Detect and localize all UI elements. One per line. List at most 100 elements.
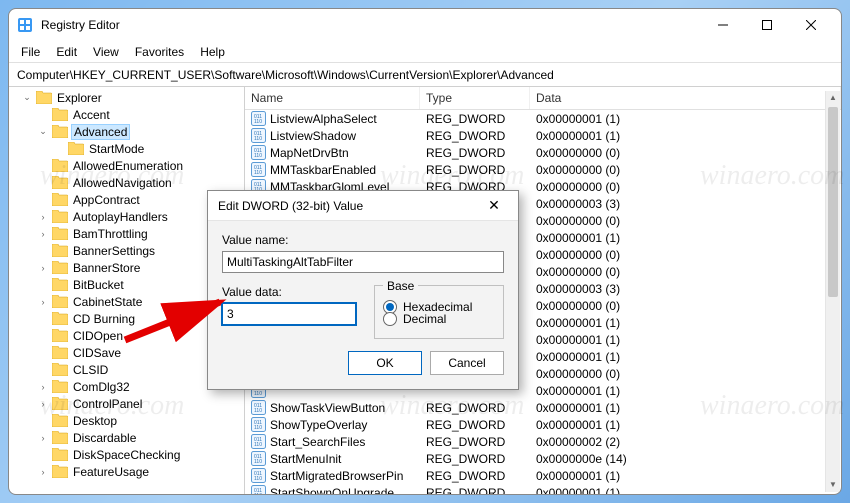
ok-button[interactable]: OK bbox=[348, 351, 422, 375]
tree-item-allowedenumeration[interactable]: AllowedEnumeration bbox=[9, 157, 244, 174]
col-name[interactable]: Name bbox=[245, 87, 420, 109]
value-name: MapNetDrvBtn bbox=[270, 146, 349, 160]
value-row[interactable]: 011110 StartMigratedBrowserPin REG_DWORD0x… bbox=[245, 467, 841, 484]
folder-icon bbox=[52, 176, 68, 189]
tree-item-discardable[interactable]: › Discardable bbox=[9, 429, 244, 446]
tree-label: CIDOpen bbox=[71, 329, 125, 343]
minimize-button[interactable] bbox=[701, 11, 745, 39]
value-data: 0x00000000 (0) bbox=[530, 163, 841, 177]
folder-icon bbox=[52, 329, 68, 342]
value-name-input[interactable] bbox=[222, 251, 504, 273]
value-data: 0x00000001 (1) bbox=[530, 333, 841, 347]
value-data: 0x00000001 (1) bbox=[530, 418, 841, 432]
value-data-label: Value data: bbox=[222, 285, 356, 299]
folder-icon bbox=[52, 346, 68, 359]
value-data: 0x00000001 (1) bbox=[530, 316, 841, 330]
tree-item-controlpanel[interactable]: ›ControlPanel bbox=[9, 395, 244, 412]
folder-icon bbox=[52, 431, 68, 444]
value-name: StartMenuInit bbox=[270, 452, 341, 466]
titlebar: Registry Editor bbox=[9, 9, 841, 41]
dialog-close-button[interactable]: ✕ bbox=[480, 197, 508, 214]
maximize-button[interactable] bbox=[745, 11, 789, 39]
tree-label: BitBucket bbox=[71, 278, 126, 292]
tree-label: CabinetState bbox=[71, 295, 144, 309]
tree-label: BannerSettings bbox=[71, 244, 157, 258]
value-row[interactable]: 011110ListviewAlphaSelectREG_DWORD0x0000… bbox=[245, 110, 841, 127]
tree-label: AllowedEnumeration bbox=[71, 159, 185, 173]
folder-icon bbox=[52, 312, 68, 325]
tree-scrollbar[interactable]: ▲ ▼ bbox=[825, 91, 840, 492]
tree-item-advanced[interactable]: ⌄ Advanced bbox=[9, 123, 244, 140]
tree-item-featureusage[interactable]: ›FeatureUsage bbox=[9, 463, 244, 480]
tree-item-explorer[interactable]: ⌄Explorer bbox=[9, 89, 244, 106]
value-data: 0x00000002 (2) bbox=[530, 435, 841, 449]
dword-icon: 011110 bbox=[251, 485, 266, 494]
menu-edit[interactable]: Edit bbox=[48, 43, 85, 61]
value-row[interactable]: 011110MMTaskbarEnabledREG_DWORD0x0000000… bbox=[245, 161, 841, 178]
chevron-right-icon[interactable]: › bbox=[37, 467, 49, 477]
tree-label: Accent bbox=[71, 108, 112, 122]
tree-label: Discardable bbox=[71, 431, 138, 445]
folder-icon bbox=[52, 244, 68, 257]
value-data: 0x00000000 (0) bbox=[530, 146, 841, 160]
tree-label: BannerStore bbox=[71, 261, 142, 275]
tree-label: Advanced bbox=[71, 124, 130, 140]
value-name: Start_SearchFiles bbox=[270, 435, 365, 449]
chevron-down-icon[interactable]: ⌄ bbox=[21, 92, 33, 103]
value-row[interactable]: 011110ListviewShadowREG_DWORD0x00000001 … bbox=[245, 127, 841, 144]
chevron-right-icon[interactable]: › bbox=[37, 399, 49, 409]
tree-item-startmode[interactable]: StartMode bbox=[9, 140, 244, 157]
chevron-right-icon[interactable]: › bbox=[37, 263, 49, 273]
close-button[interactable] bbox=[789, 11, 833, 39]
scroll-up-icon[interactable]: ▲ bbox=[826, 91, 840, 105]
svg-text:110: 110 bbox=[254, 493, 262, 494]
chevron-right-icon[interactable]: › bbox=[37, 297, 49, 307]
value-row[interactable]: 011110ShowTaskViewButtonREG_DWORD0x00000… bbox=[245, 399, 841, 416]
radio-decimal[interactable]: Decimal bbox=[383, 312, 495, 326]
dialog-title: Edit DWORD (32-bit) Value bbox=[218, 199, 480, 213]
value-data: 0x00000001 (1) bbox=[530, 469, 841, 483]
folder-icon bbox=[52, 227, 68, 240]
scroll-thumb[interactable] bbox=[828, 107, 838, 297]
dword-icon: 011110 bbox=[251, 451, 266, 466]
list-header: Name Type Data bbox=[245, 87, 841, 110]
menu-help[interactable]: Help bbox=[192, 43, 233, 61]
col-data[interactable]: Data bbox=[530, 87, 841, 109]
dword-icon: 011110 bbox=[251, 400, 266, 415]
value-data-input[interactable] bbox=[222, 303, 356, 325]
tree-item-allowednavigation[interactable]: AllowedNavigation bbox=[9, 174, 244, 191]
value-row[interactable]: 011110MapNetDrvBtnREG_DWORD0x00000000 (0… bbox=[245, 144, 841, 161]
address-bar[interactable]: Computer\HKEY_CURRENT_USER\Software\Micr… bbox=[9, 63, 841, 87]
menu-file[interactable]: File bbox=[13, 43, 48, 61]
chevron-right-icon[interactable]: › bbox=[37, 433, 49, 443]
menu-favorites[interactable]: Favorites bbox=[127, 43, 192, 61]
value-row[interactable]: 011110Start_SearchFilesREG_DWORD0x000000… bbox=[245, 433, 841, 450]
svg-text:110: 110 bbox=[254, 425, 262, 431]
value-data: 0x00000001 (1) bbox=[530, 129, 841, 143]
chevron-right-icon[interactable]: › bbox=[37, 382, 49, 392]
value-name: StartMigratedBrowserPin bbox=[270, 469, 403, 483]
value-name: ListviewShadow bbox=[270, 129, 356, 143]
dword-icon: 011110 bbox=[251, 468, 266, 483]
col-type[interactable]: Type bbox=[420, 87, 530, 109]
value-row[interactable]: 011110ShowTypeOverlayREG_DWORD0x00000001… bbox=[245, 416, 841, 433]
chevron-right-icon[interactable]: › bbox=[37, 212, 49, 222]
value-type: REG_DWORD bbox=[420, 469, 530, 483]
tree-item-accent[interactable]: Accent bbox=[9, 106, 244, 123]
app-icon bbox=[17, 17, 33, 33]
svg-text:110: 110 bbox=[254, 442, 262, 448]
dialog-titlebar: Edit DWORD (32-bit) Value ✕ bbox=[208, 191, 518, 221]
tree-label: ComDlg32 bbox=[71, 380, 132, 394]
value-row[interactable]: 011110StartShownOnUpgradeREG_DWORD0x0000… bbox=[245, 484, 841, 494]
tree-item-diskspacechecking[interactable]: DiskSpaceChecking bbox=[9, 446, 244, 463]
chevron-right-icon[interactable]: › bbox=[37, 229, 49, 239]
tree-item-desktop[interactable]: Desktop bbox=[9, 412, 244, 429]
chevron-down-icon[interactable]: ⌄ bbox=[37, 126, 49, 137]
value-row[interactable]: 011110StartMenuInitREG_DWORD0x0000000e (… bbox=[245, 450, 841, 467]
scroll-down-icon[interactable]: ▼ bbox=[826, 478, 840, 492]
cancel-button[interactable]: Cancel bbox=[430, 351, 504, 375]
menu-view[interactable]: View bbox=[85, 43, 127, 61]
folder-icon bbox=[52, 108, 68, 121]
dword-icon: 011110 bbox=[251, 111, 266, 126]
value-data: 0x00000001 (1) bbox=[530, 350, 841, 364]
